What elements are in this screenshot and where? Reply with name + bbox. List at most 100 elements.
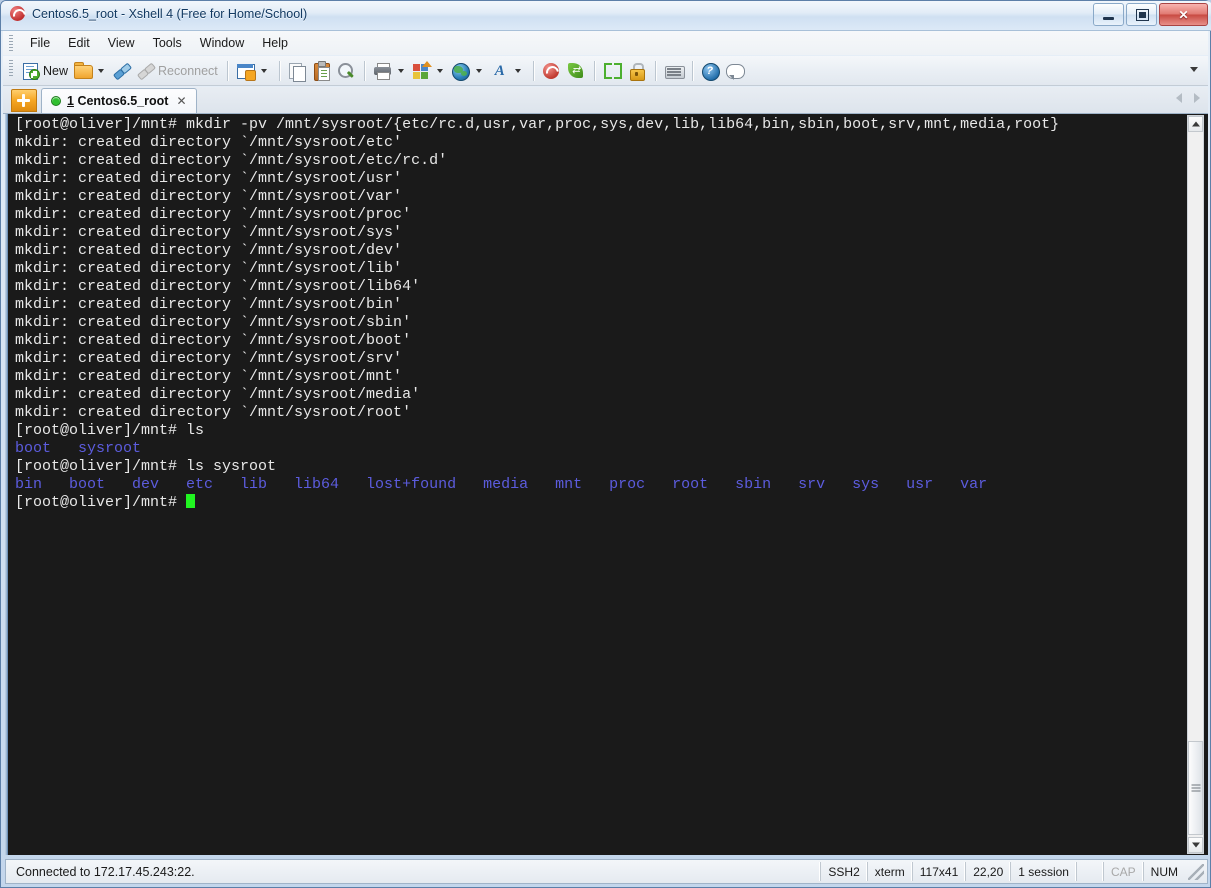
reconnect-button[interactable]: Reconnect (134, 59, 221, 83)
menu-tools[interactable]: Tools (144, 33, 191, 53)
minimize-button[interactable] (1093, 3, 1124, 26)
chevron-down-icon[interactable] (514, 68, 521, 73)
toolbar-grip-handle[interactable] (9, 60, 13, 76)
status-size: 117x41 (911, 862, 965, 881)
toolbar-overflow-chevron[interactable] (1190, 67, 1198, 72)
terminal-line: [root@oliver]/mnt# ls sysroot (15, 458, 277, 475)
new-tab-button[interactable] (11, 89, 37, 112)
xshell-button[interactable] (540, 59, 564, 83)
print-button[interactable] (371, 59, 410, 83)
shell-prompt: [root@oliver]/mnt# (15, 494, 187, 511)
resize-grip[interactable] (1188, 863, 1204, 880)
toolbar-separator (691, 60, 693, 81)
fullscreen-button[interactable] (601, 59, 625, 83)
terminal-scrollbar[interactable] (1187, 115, 1204, 854)
xftp-button[interactable]: ⇄ (564, 59, 588, 83)
print-icon (373, 62, 392, 80)
status-protocol: SSH2 (820, 862, 866, 881)
terminal-line: bin boot dev etc lib lib64 lost+found me… (15, 476, 1184, 494)
tab-close-icon[interactable]: ✕ (174, 95, 188, 107)
globe-icon (451, 62, 470, 81)
tab-scroll-controls (1176, 93, 1200, 103)
terminal-line: mkdir: created directory `/mnt/sysroot/m… (15, 386, 421, 403)
open-session-button[interactable] (71, 59, 110, 83)
status-spacer (1075, 862, 1103, 881)
xshell-window: Centos6.5_root - Xshell 4 (Free for Home… (0, 0, 1211, 888)
find-button[interactable] (334, 59, 358, 83)
menu-grip-handle[interactable] (9, 35, 13, 51)
keyboard-button[interactable] (662, 59, 686, 83)
status-session-count: 1 session (1010, 862, 1076, 881)
chevron-down-icon[interactable] (436, 68, 443, 73)
terminal-line: mkdir: created directory `/mnt/sysroot/b… (15, 296, 403, 313)
menu-file[interactable]: File (21, 33, 59, 53)
session-manager-button[interactable] (234, 59, 273, 83)
new-session-icon (22, 62, 40, 80)
xshell-icon (542, 62, 561, 80)
tab-centos65-root[interactable]: 1 Centos6.5_root ✕ (41, 88, 197, 113)
copy-button[interactable] (286, 59, 310, 83)
help-icon: ? (701, 62, 720, 81)
lock-button[interactable] (625, 59, 649, 83)
status-num-lock: NUM (1142, 862, 1185, 881)
tab-scroll-left-icon[interactable] (1176, 93, 1182, 103)
scrollbar-up-arrow-icon[interactable] (1188, 116, 1203, 132)
menu-view[interactable]: View (99, 33, 144, 53)
new-session-button[interactable]: New (19, 59, 71, 83)
chat-icon (725, 62, 745, 80)
font-button[interactable]: A (488, 59, 527, 83)
toolbar-separator (654, 60, 656, 81)
tab-label: 1 Centos6.5_root (67, 94, 168, 108)
paste-button[interactable] (310, 59, 334, 83)
terminal-line: mkdir: created directory `/mnt/sysroot/e… (15, 152, 448, 169)
chevron-down-icon[interactable] (260, 68, 267, 73)
terminal-line: mkdir: created directory `/mnt/sysroot/v… (15, 188, 403, 205)
terminal-line: mkdir: created directory `/mnt/sysroot/u… (15, 170, 403, 187)
web-button[interactable] (449, 59, 488, 83)
directory-listing: bin boot dev etc lib lib64 lost+found me… (15, 476, 988, 493)
terminal-panel: [root@oliver]/mnt# mkdir -pv /mnt/sysroo… (5, 114, 1208, 855)
status-message: Connected to 172.17.45.243:22. (16, 864, 195, 879)
terminal-line: mkdir: created directory `/mnt/sysroot/r… (15, 404, 412, 421)
terminal-line: mkdir: created directory `/mnt/sysroot/s… (15, 350, 403, 367)
chevron-down-icon[interactable] (98, 68, 105, 73)
menu-help[interactable]: Help (253, 33, 297, 53)
menu-bar: File Edit View Tools Window Help (3, 31, 1208, 55)
tab-index: 1 (67, 94, 74, 108)
window-title: Centos6.5_root - Xshell 4 (Free for Home… (32, 6, 308, 21)
restore-button[interactable] (1126, 3, 1157, 26)
menu-edit[interactable]: Edit (59, 33, 99, 53)
chat-button[interactable] (723, 59, 747, 83)
menu-window[interactable]: Window (191, 33, 253, 53)
help-button[interactable]: ? (699, 59, 723, 83)
terminal-line: [root@oliver]/mnt# ls (15, 422, 205, 439)
toolbar-separator (363, 60, 365, 81)
connect-button[interactable] (110, 59, 134, 83)
terminal-line: mkdir: created directory `/mnt/sysroot/s… (15, 314, 412, 331)
layout-button[interactable] (410, 59, 449, 83)
open-folder-icon (74, 62, 94, 80)
font-icon: A (494, 62, 505, 79)
terminal-line: mkdir: created directory `/mnt/sysroot/e… (15, 134, 403, 151)
chevron-down-icon[interactable] (397, 68, 404, 73)
terminal-output[interactable]: [root@oliver]/mnt# mkdir -pv /mnt/sysroo… (15, 116, 1184, 855)
lock-icon (628, 62, 646, 81)
scrollbar-down-arrow-icon[interactable] (1188, 837, 1203, 853)
terminal-line: [root@oliver]/mnt# mkdir -pv /mnt/sysroo… (15, 116, 1060, 133)
chevron-down-icon[interactable] (475, 68, 482, 73)
tab-title: Centos6.5_root (77, 94, 169, 108)
terminal-line: mkdir: created directory `/mnt/sysroot/d… (15, 242, 403, 259)
scrollbar-thumb[interactable] (1188, 741, 1203, 835)
tab-scroll-right-icon[interactable] (1194, 93, 1200, 103)
toolbar-separator (593, 60, 595, 81)
close-button[interactable]: ✕ (1159, 3, 1208, 26)
reconnect-icon (136, 62, 157, 80)
toolbar: New Reconnect A ⇄ ? (3, 56, 1208, 86)
connect-icon (112, 62, 133, 80)
terminal-line: mkdir: created directory `/mnt/sysroot/s… (15, 224, 403, 241)
terminal-line: mkdir: created directory `/mnt/sysroot/l… (15, 278, 421, 295)
xshell-logo-icon (9, 5, 26, 22)
layout-icon (412, 60, 432, 80)
directory-listing: boot sysroot (15, 440, 142, 457)
status-cursor-position: 22,20 (965, 862, 1010, 881)
